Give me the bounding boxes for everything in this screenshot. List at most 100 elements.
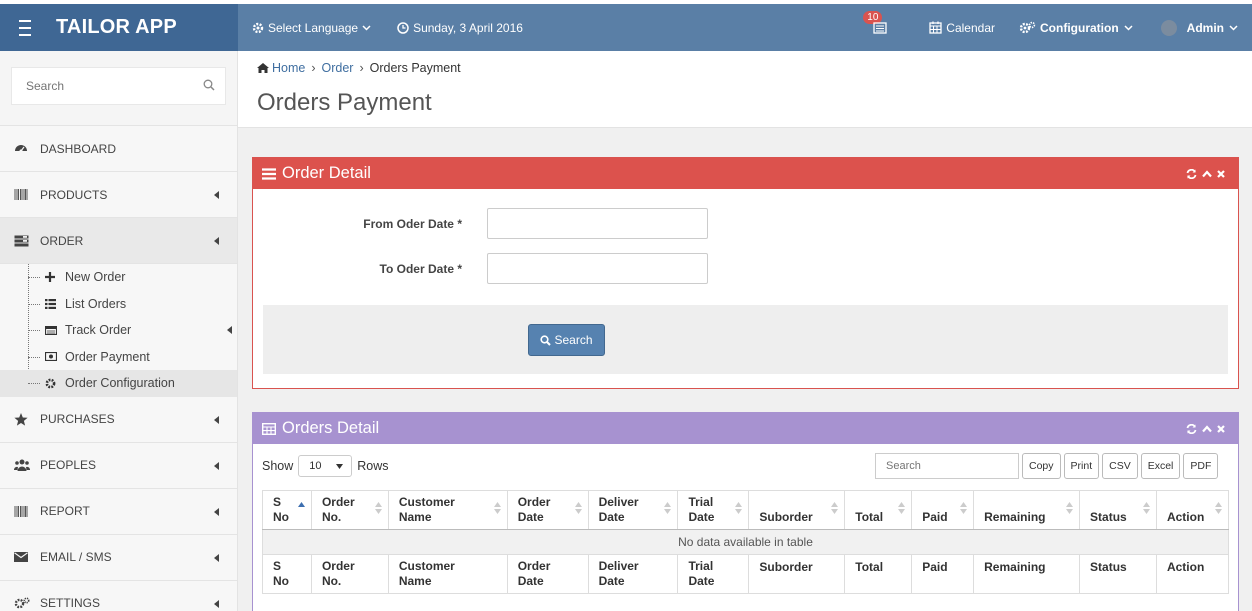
plus-icon (45, 272, 59, 283)
sidebar-item-label: ORDER (40, 233, 84, 248)
sidebar-item-label: REPORT (40, 504, 90, 518)
from-date-input[interactable] (487, 208, 708, 239)
column-header-remaining[interactable]: Remaining (973, 490, 1081, 530)
page-length-value: 10 (309, 460, 322, 472)
refresh-icon[interactable] (1186, 169, 1197, 179)
sidebar-item-email-sms[interactable]: EMAIL / SMS (0, 534, 237, 581)
sidebar-search-input[interactable] (12, 68, 225, 104)
form-actions: Search (263, 305, 1228, 374)
sidebar-item-label: PURCHASES (40, 412, 115, 426)
column-header-status[interactable]: Status (1079, 490, 1157, 530)
csv-button[interactable]: CSV (1102, 453, 1138, 479)
avatar (1160, 19, 1177, 36)
orders-detail-header: Orders Detail (253, 413, 1238, 444)
sidebar-item-label: PEOPLES (40, 458, 97, 472)
submenu-label: Order Payment (65, 349, 150, 364)
sidebar-item-dashboard[interactable]: DASHBOARD (0, 126, 237, 172)
sidebar-item-products[interactable]: PRODUCTS (0, 172, 237, 218)
barcode-icon (14, 189, 32, 200)
to-date-input[interactable] (487, 253, 708, 284)
sidebar-item-purchases[interactable]: PURCHASES (0, 396, 237, 443)
collapse-icon[interactable] (1202, 425, 1212, 433)
tree-branch (28, 277, 40, 278)
submenu-item-order-configuration[interactable]: Order Configuration (0, 370, 237, 397)
panel-title: Order Detail (282, 164, 371, 182)
collapse-icon[interactable] (1202, 170, 1212, 178)
chevron-down-icon (362, 24, 375, 31)
sidebar-search-box (11, 67, 226, 105)
sidebar-item-peoples[interactable]: PEOPLES (0, 442, 237, 489)
brand: TAILOR APP (0, 4, 238, 51)
close-icon[interactable] (1217, 170, 1225, 178)
submenu-item-new-order[interactable]: New Order (0, 264, 237, 291)
table-icon (262, 422, 276, 435)
sort-icon (493, 502, 501, 514)
user-label: Admin (1186, 20, 1224, 35)
language-selector[interactable]: Select Language (252, 21, 375, 35)
caret-left-icon (214, 415, 219, 424)
print-button[interactable]: Print (1063, 453, 1100, 479)
column-footer-s-no: S No (262, 554, 312, 594)
configuration-menu[interactable]: Configuration (1019, 21, 1137, 35)
column-header-total[interactable]: Total (844, 490, 913, 530)
sidebar: DASHBOARD PRODUCTS ORDER New Order List … (0, 51, 238, 611)
language-label: Select Language (268, 20, 359, 35)
empty-table-message: No data available in table (262, 529, 1229, 555)
search-icon[interactable] (203, 79, 215, 91)
column-header-action[interactable]: Action (1155, 490, 1230, 530)
column-header-paid[interactable]: Paid (911, 490, 975, 530)
home-icon (257, 63, 269, 73)
breadcrumb-home-link[interactable]: Home (272, 61, 305, 75)
menu-toggle-icon[interactable] (14, 19, 36, 36)
search-button[interactable]: Search (528, 324, 605, 356)
submenu-item-list-orders[interactable]: List Orders (0, 291, 237, 318)
copy-button[interactable]: Copy (1022, 453, 1061, 479)
to-date-row: To Oder Date * (253, 246, 1238, 291)
sidebar-item-order[interactable]: ORDER (0, 218, 237, 264)
table-row: No data available in table (262, 529, 1229, 555)
export-buttons: Copy Print CSV Excel PDF (1022, 453, 1219, 479)
orders-detail-panel: Orders Detail Show 10 Rows Copy Print CS… (252, 412, 1239, 611)
submenu-item-order-payment[interactable]: Order Payment (0, 344, 237, 371)
sidebar-item-settings[interactable]: SETTINGS (0, 580, 237, 611)
notifications-button[interactable]: 10 (863, 10, 893, 39)
tree-branch (28, 303, 40, 305)
inbox-icon (873, 21, 887, 34)
calendar-link[interactable]: Calendar (929, 21, 995, 35)
column-footer-suborder: Suborder (748, 554, 846, 594)
tree-branch (28, 383, 40, 384)
cogs-icon (1019, 21, 1040, 34)
column-header-order-date[interactable]: Order Date (506, 490, 589, 530)
from-date-row: From Oder Date * (253, 201, 1238, 246)
column-footer-remaining: Remaining (973, 554, 1081, 594)
column-footer-order-no: Order No. (310, 554, 389, 594)
submenu-item-track-order[interactable]: Track Order (0, 317, 237, 344)
bars-icon (262, 167, 276, 180)
breadcrumb-order-link[interactable]: Order (322, 61, 354, 75)
top-navbar: TAILOR APP Select Language Sunday, 3 Apr… (0, 0, 1252, 51)
close-icon[interactable] (1217, 425, 1225, 433)
sort-icon (898, 502, 906, 514)
column-header-trial-date[interactable]: Trial Date (677, 490, 750, 530)
from-date-label: From Oder Date * (363, 216, 462, 231)
table-search-input[interactable] (875, 453, 1019, 479)
pdf-button[interactable]: PDF (1183, 453, 1219, 479)
list-icon (45, 298, 59, 309)
users-icon (14, 459, 32, 471)
column-header-customer-name[interactable]: Customer Name (387, 490, 508, 530)
column-header-order-no[interactable]: Order No. (310, 490, 389, 530)
rows-label: Rows (357, 459, 389, 473)
excel-button[interactable]: Excel (1140, 453, 1181, 479)
column-header-s-no[interactable]: S No (262, 490, 312, 530)
column-header-suborder[interactable]: Suborder (748, 490, 846, 530)
column-header-deliver-date[interactable]: Deliver Date (587, 490, 679, 530)
sidebar-item-report[interactable]: REPORT (0, 488, 237, 535)
order-submenu: New Order List Orders Track Order Order … (0, 264, 237, 397)
refresh-icon[interactable] (1186, 424, 1197, 434)
sort-icon (831, 502, 839, 514)
column-footer-order-date: Order Date (506, 554, 589, 594)
page-length-select[interactable]: 10 (298, 455, 353, 477)
calendar-icon (929, 21, 946, 34)
user-menu[interactable]: Admin (1160, 19, 1242, 36)
panel-title: Orders Detail (282, 419, 380, 437)
